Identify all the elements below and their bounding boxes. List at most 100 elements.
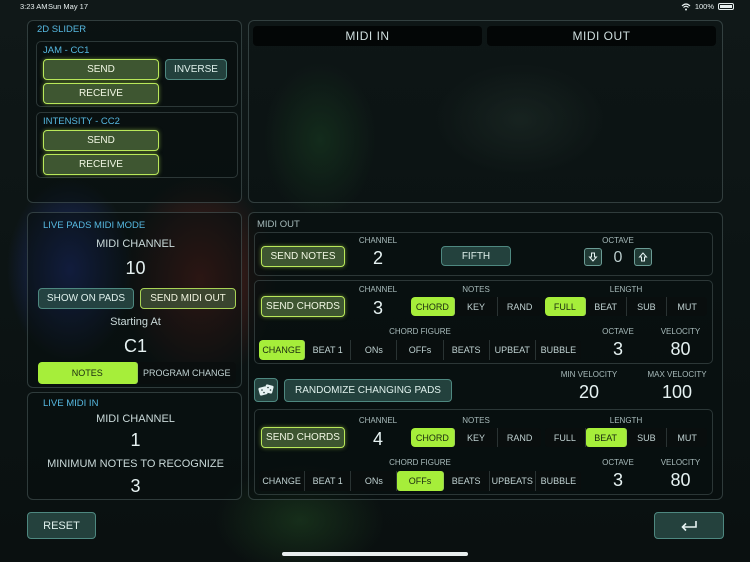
slider2d-title: 2D SLIDER	[37, 24, 87, 35]
dice-button[interactable]	[254, 378, 278, 402]
send-notes-button[interactable]: SEND NOTES	[261, 246, 345, 267]
dice-icon	[258, 384, 274, 396]
send-chords-button-1[interactable]: SEND CHORDS	[261, 296, 345, 317]
midi-out-title: MIDI OUT	[257, 219, 300, 230]
row3-figure-upbeats[interactable]: UPBEATS	[490, 471, 536, 491]
row3-length-mut[interactable]: MUT	[667, 428, 707, 447]
arrow-up-icon	[638, 252, 648, 262]
midi-out-header: MIDI OUT	[487, 26, 716, 46]
row3-figure-bubble[interactable]: BUBBLE	[536, 471, 581, 491]
status-time: 3:23 AM	[20, 2, 48, 11]
row1-octave-label: OCTAVE	[602, 236, 634, 245]
row2-octave-label: OCTAVE	[602, 327, 634, 336]
return-arrow-icon	[681, 520, 697, 531]
row3-notes-rand[interactable]: RAND	[498, 428, 541, 447]
min-notes-label: MINIMUM NOTES TO RECOGNIZE	[47, 458, 224, 470]
wifi-icon	[681, 2, 691, 10]
row3-channel-value[interactable]: 4	[355, 429, 401, 450]
row3-length-segment: FULL BEAT SUB MUT	[545, 428, 707, 447]
reset-button[interactable]: RESET	[27, 512, 96, 539]
send-chords-button-2[interactable]: SEND CHORDS	[261, 427, 345, 448]
live-pads-channel-value[interactable]: 10	[28, 258, 243, 279]
enter-button[interactable]	[654, 512, 724, 539]
row2-notes-key[interactable]: KEY	[455, 297, 499, 316]
max-velocity-value[interactable]: 100	[642, 382, 712, 403]
row3-figure-segment: CHANGE BEAT 1 ONs OFFs BEATS UPBEATS BUB…	[259, 471, 581, 491]
row3-notes-segment: CHORD KEY RAND	[411, 428, 541, 447]
show-on-pads-button[interactable]: SHOW ON PADS	[38, 288, 134, 309]
row2-length-full[interactable]: FULL	[545, 297, 586, 316]
row2-figure-offs[interactable]: OFFs	[397, 340, 444, 360]
row3-length-label: LENGTH	[609, 416, 643, 425]
mode-notes[interactable]: NOTES	[38, 362, 138, 384]
row2-figure-beats[interactable]: BEATS	[444, 340, 490, 360]
jam-send-button[interactable]: SEND	[43, 59, 159, 80]
row2-length-segment: FULL BEAT SUB MUT	[545, 297, 707, 316]
octave-up-button[interactable]	[634, 248, 652, 266]
row2-length-mut[interactable]: MUT	[667, 297, 707, 316]
row2-figure-bubble[interactable]: BUBBLE	[536, 340, 581, 360]
midi-monitor-panel: MIDI IN MIDI OUT	[248, 20, 723, 203]
max-velocity-label: MAX VELOCITY	[647, 370, 707, 379]
row2-channel-label: CHANNEL	[358, 285, 398, 294]
live-pads-channel-label: MIDI CHANNEL	[96, 238, 175, 250]
row3-figure-change[interactable]: CHANGE	[259, 471, 306, 491]
row3-notes-chord[interactable]: CHORD	[411, 428, 455, 447]
row2-length-beat[interactable]: BEAT	[586, 297, 627, 316]
row3-notes-key[interactable]: KEY	[455, 428, 499, 447]
starting-at-value[interactable]: C1	[28, 336, 243, 357]
octave-down-button[interactable]	[584, 248, 602, 266]
randomize-pads-button[interactable]: RANDOMIZE CHANGING PADS	[284, 379, 452, 402]
row2-notes-chord[interactable]: CHORD	[411, 297, 455, 316]
fifth-button[interactable]: FIFTH	[441, 246, 511, 266]
send-notes-row: SEND NOTES CHANNEL 2 FIFTH OCTAVE 0	[254, 232, 713, 276]
intensity-receive-button[interactable]: RECEIVE	[43, 154, 159, 175]
intensity-title: INTENSITY - CC2	[43, 116, 120, 127]
row3-velocity-value[interactable]: 80	[653, 470, 708, 491]
row2-channel-value[interactable]: 3	[355, 298, 401, 319]
intensity-subpanel: INTENSITY - CC2 SEND RECEIVE	[36, 112, 238, 178]
row3-length-full[interactable]: FULL	[545, 428, 586, 447]
battery-icon	[718, 3, 734, 10]
starting-at-label: Starting At	[110, 316, 161, 328]
jam-subpanel: JAM - CC1 SEND INVERSE RECEIVE	[36, 41, 238, 107]
live-midi-in-channel-label: MIDI CHANNEL	[96, 413, 175, 425]
row1-channel-value[interactable]: 2	[355, 248, 401, 269]
send-midi-out-button[interactable]: SEND MIDI OUT	[140, 288, 236, 309]
jam-receive-button[interactable]: RECEIVE	[43, 83, 159, 104]
row2-notes-rand[interactable]: RAND	[498, 297, 541, 316]
live-pads-panel: LIVE PADS MIDI MODE MIDI CHANNEL 10 SHOW…	[27, 212, 242, 388]
row3-octave-value[interactable]: 3	[593, 470, 643, 491]
row3-figure-label: CHORD FIGURE	[389, 458, 451, 467]
arrow-down-icon	[588, 252, 598, 262]
jam-inverse-button[interactable]: INVERSE	[165, 59, 227, 80]
row3-figure-ons[interactable]: ONs	[351, 471, 398, 491]
row3-length-sub[interactable]: SUB	[627, 428, 668, 447]
battery-percent: 100%	[694, 2, 714, 11]
row3-notes-label: NOTES	[462, 416, 490, 425]
row2-velocity-value[interactable]: 80	[653, 339, 708, 360]
min-notes-value[interactable]: 3	[28, 476, 243, 497]
send-chords-row-1: SEND CHORDS CHANNEL 3 NOTES CHORD KEY RA…	[254, 280, 713, 364]
slider2d-panel: 2D SLIDER JAM - CC1 SEND INVERSE RECEIVE…	[27, 20, 242, 203]
row2-figure-upbeat[interactable]: UPBEAT	[490, 340, 536, 360]
row3-length-beat[interactable]: BEAT	[585, 428, 627, 447]
row3-figure-offs[interactable]: OFFs	[397, 471, 444, 491]
live-midi-in-channel-value[interactable]: 1	[28, 430, 243, 451]
midi-out-panel: MIDI OUT SEND NOTES CHANNEL 2 FIFTH OCTA…	[248, 212, 723, 500]
row2-figure-ons[interactable]: ONs	[351, 340, 398, 360]
min-velocity-value[interactable]: 20	[554, 382, 624, 403]
row3-figure-beat1[interactable]: BEAT 1	[305, 471, 352, 491]
intensity-send-button[interactable]: SEND	[43, 130, 159, 151]
row2-octave-value[interactable]: 3	[593, 339, 643, 360]
row1-octave-value: 0	[613, 249, 623, 266]
row2-figure-beat1[interactable]: BEAT 1	[305, 340, 352, 360]
row3-figure-beats[interactable]: BEATS	[444, 471, 490, 491]
row2-figure-segment: CHANGE BEAT 1 ONs OFFs BEATS UPBEAT BUBB…	[259, 340, 581, 360]
row2-figure-label: CHORD FIGURE	[389, 327, 451, 336]
min-velocity-label: MIN VELOCITY	[560, 370, 618, 379]
row2-figure-change[interactable]: CHANGE	[259, 340, 306, 360]
row1-channel-label: CHANNEL	[358, 236, 398, 245]
mode-program-change[interactable]: PROGRAM CHANGE	[138, 362, 237, 384]
row2-length-sub[interactable]: SUB	[627, 297, 668, 316]
